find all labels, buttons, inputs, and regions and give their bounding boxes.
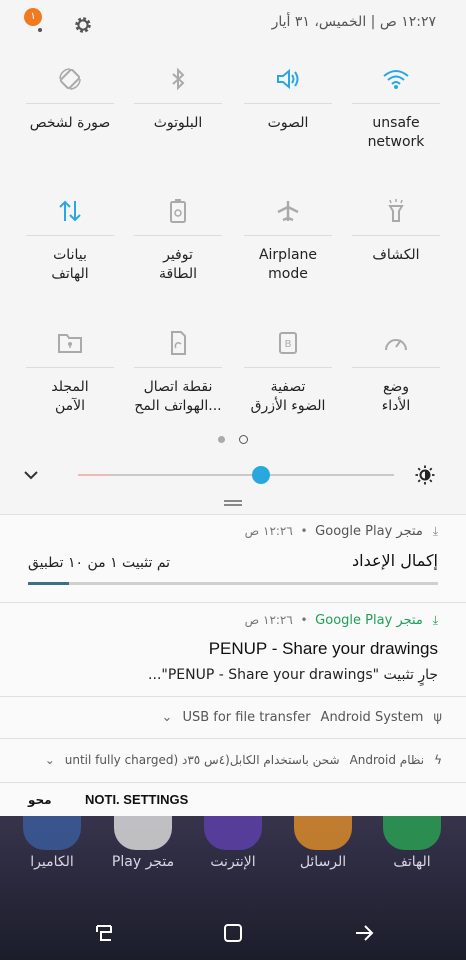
- tile-label: المجلد الآمن: [51, 379, 89, 414]
- performance-icon: [352, 318, 440, 368]
- clear-button[interactable]: محو: [28, 793, 52, 807]
- page-dot-active[interactable]: [239, 435, 248, 444]
- home-icon: [224, 924, 242, 942]
- date-time: ١٢:٢٧ ص | الخميس، ٣١ أيار: [271, 14, 436, 30]
- back-arrow-icon: [356, 925, 374, 941]
- flashlight-icon: [352, 186, 440, 236]
- tile-label: بيانات الهاتف: [51, 247, 89, 282]
- notification-subtitle: جارٍ تثبيت "PENUP - Share your drawings"…: [148, 667, 438, 683]
- gear-icon[interactable]: [72, 14, 94, 36]
- brightness-row: [0, 462, 466, 488]
- tile-performance-mode[interactable]: وضع الأداء: [338, 318, 454, 416]
- dock-label: الهاتف: [393, 854, 431, 870]
- tile-label: الصوت: [267, 115, 309, 131]
- bluetooth-icon: [134, 54, 222, 104]
- tile-label: Airplane mode: [258, 247, 318, 282]
- secure-folder-icon: [26, 318, 114, 368]
- notification-source: نظام Android: [349, 753, 425, 767]
- tile-label: تصفية الضوء الأزرق: [250, 379, 326, 414]
- recents-button[interactable]: [84, 918, 124, 948]
- tile-label: توفير الطاقة: [158, 247, 198, 282]
- tile-label: الكشاف: [372, 247, 420, 263]
- progress-text: تم تثبيت ١ من ١٠ تطبيق: [28, 555, 171, 571]
- notification-text: USB for file transfer: [182, 710, 311, 725]
- tile-label: البلوتوث: [153, 115, 203, 131]
- notification-footer: محو NOTI. SETTINGS: [0, 782, 466, 816]
- chevron-down-icon[interactable]: [22, 466, 40, 484]
- home-screen: الكاميرا Play متجر الإنترنت الرسائل الها…: [0, 800, 466, 960]
- tile-flashlight[interactable]: الكشاف: [338, 186, 454, 265]
- dock-label: الرسائل: [299, 854, 347, 870]
- notification-charging-row: ⌄ شحن باستخدام الكابل(٤س ٣٥د (until full…: [45, 753, 442, 767]
- dock-label: Play متجر: [111, 854, 175, 870]
- tile-mobile-data[interactable]: بيانات الهاتف: [12, 186, 128, 284]
- notification-usb-row: ⌄ USB for file transfer Android System ψ: [162, 710, 442, 725]
- back-button[interactable]: [344, 918, 384, 948]
- tile-wifi[interactable]: unsafe network: [338, 54, 454, 152]
- notification-usb[interactable]: ⌄ USB for file transfer Android System ψ: [0, 696, 466, 738]
- tile-bluetooth[interactable]: البلوتوث: [120, 54, 236, 133]
- brightness-sun-icon: [415, 465, 435, 485]
- tile-label: صورة لشخص: [29, 115, 111, 131]
- wifi-icon: [352, 54, 440, 104]
- tile-label: نقطة اتصال الهواتف المح...: [134, 379, 222, 414]
- notification-badge: ١: [24, 8, 42, 26]
- tile-blue-light-filter[interactable]: B تصفية الضوء الأزرق: [230, 318, 346, 416]
- sound-icon: [244, 54, 332, 104]
- drag-handle[interactable]: [224, 500, 242, 506]
- notification-header: ⤓ متجر Google Play • ١٢:٢٦ ص: [244, 524, 438, 539]
- tile-auto-rotate[interactable]: صورة لشخص: [12, 54, 128, 133]
- notification-title: إكمال الإعداد: [352, 551, 438, 570]
- home-button[interactable]: [213, 918, 253, 948]
- page-indicator: [0, 433, 466, 447]
- notification-panel: ١ ١٢:٢٧ ص | الخميس، ٣١ أيار unsafe netwo…: [0, 0, 466, 816]
- tile-mobile-hotspot[interactable]: نقطة اتصال الهواتف المح...: [120, 318, 236, 416]
- notification-source: Android System: [320, 710, 424, 725]
- notification-text: شحن باستخدام الكابل(٤س ٣٥د (until fully …: [64, 753, 340, 767]
- auto-rotate-icon: [26, 54, 114, 104]
- tile-sound[interactable]: الصوت: [230, 54, 346, 133]
- download-icon: ⤓: [432, 524, 438, 538]
- hotspot-icon: [134, 318, 222, 368]
- tile-label: وضع الأداء: [381, 379, 411, 414]
- navigation-bar: [0, 900, 466, 960]
- notification-charging[interactable]: ⌄ شحن باستخدام الكابل(٤س ٣٥د (until full…: [0, 738, 466, 782]
- notification-app: متجر Google Play: [315, 613, 423, 628]
- more-options-icon[interactable]: [38, 28, 42, 32]
- tile-power-saving[interactable]: توفير الطاقة: [120, 186, 236, 284]
- tile-secure-folder[interactable]: المجلد الآمن: [12, 318, 128, 416]
- brightness-slider[interactable]: [78, 474, 394, 476]
- chevron-down-icon[interactable]: ⌄: [45, 753, 55, 767]
- recents-icon: [96, 925, 112, 941]
- brightness-thumb[interactable]: [252, 466, 271, 484]
- airplane-icon: [244, 186, 332, 236]
- page-dot[interactable]: [218, 436, 225, 443]
- svg-text:B: B: [285, 339, 292, 350]
- notification-header: ⤓ متجر Google Play • ١٢:٢٦ ص: [244, 613, 438, 628]
- notification-time: ١٢:٢٦ ص: [244, 524, 293, 538]
- notification-app: متجر Google Play: [315, 524, 423, 539]
- noti-settings-button[interactable]: NOTI. SETTINGS: [85, 792, 188, 807]
- notification-time: ١٢:٢٦ ص: [244, 613, 293, 627]
- charging-bolt-icon: ϟ: [434, 753, 442, 767]
- progress-fill: [28, 582, 69, 585]
- notification-setup[interactable]: ⤓ متجر Google Play • ١٢:٢٦ ص إكمال الإعد…: [0, 514, 466, 602]
- battery-saver-icon: [134, 186, 222, 236]
- chevron-down-icon[interactable]: ⌄: [162, 710, 173, 725]
- dock-label: الإنترنت: [210, 854, 256, 870]
- notification-title: PENUP - Share your drawings: [208, 639, 438, 658]
- mobile-data-icon: [26, 186, 114, 236]
- brightness-fill: [78, 474, 110, 476]
- tile-label: unsafe network: [367, 115, 425, 150]
- download-icon: ⤓: [432, 613, 438, 627]
- dock-label: الكاميرا: [30, 854, 74, 870]
- progress-bar: [28, 582, 438, 585]
- status-bar: ١ ١٢:٢٧ ص | الخميس، ٣١ أيار: [0, 0, 466, 50]
- blue-light-icon: B: [244, 318, 332, 368]
- tile-airplane-mode[interactable]: Airplane mode: [230, 186, 346, 284]
- notification-penup[interactable]: ⤓ متجر Google Play • ١٢:٢٦ ص PENUP - Sha…: [0, 602, 466, 696]
- usb-icon: ψ: [433, 710, 442, 725]
